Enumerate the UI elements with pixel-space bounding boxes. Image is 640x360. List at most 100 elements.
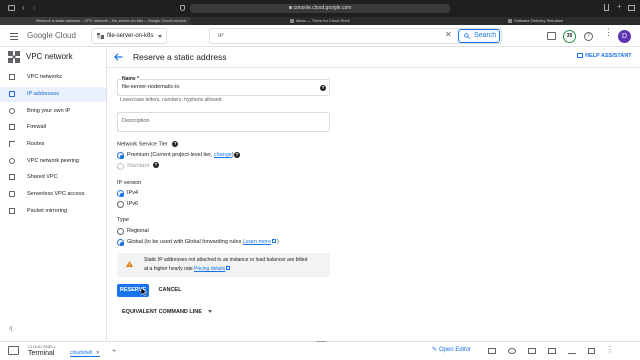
back-icon[interactable]: ‹ xyxy=(22,3,25,12)
tab-favicon-icon xyxy=(290,19,294,23)
type-global-end: ) xyxy=(277,239,279,245)
close-tab-icon[interactable]: ✕ xyxy=(96,350,100,356)
browser-tab[interactable]: ideas — There for Cloud Shell xyxy=(290,17,430,25)
sidebar-item-bring-your-own-ip[interactable]: Bring your own IP xyxy=(0,104,106,119)
notifications-badge[interactable]: 35 xyxy=(563,30,576,43)
sidebar-item-vpc-network-peering[interactable]: VPC network peering xyxy=(0,154,106,169)
browser-tab[interactable]: Software Delivery Simulator xyxy=(508,17,638,25)
tab-overview-icon[interactable] xyxy=(628,5,635,11)
add-terminal-tab-icon[interactable]: + xyxy=(112,348,116,355)
type-global-radio[interactable] xyxy=(117,239,124,246)
sidebar-toggle-icon[interactable] xyxy=(8,5,15,11)
project-name: file-server-on-k8s xyxy=(107,33,154,39)
ipv6-radio[interactable] xyxy=(117,201,124,208)
upload-icon[interactable] xyxy=(528,348,536,354)
firewall-icon xyxy=(9,124,15,130)
forward-icon[interactable]: › xyxy=(33,3,36,12)
ipv4-label: IPv4 xyxy=(127,190,139,196)
sidebar-item-label: Routes xyxy=(27,141,45,147)
terminal-tab[interactable]: cloudshell ✕ xyxy=(70,350,100,357)
terminal-title: Terminal xyxy=(28,350,55,357)
sidebar-item-label: VPC networks xyxy=(27,74,62,80)
pricing-external-link-icon xyxy=(226,266,231,270)
terminal-icon xyxy=(8,346,19,355)
tier-standard-label: Standard xyxy=(127,163,150,169)
description-placeholder: Description xyxy=(122,118,150,124)
keyboard-icon[interactable] xyxy=(488,348,496,354)
sidebar-item-label: Packet mirroring xyxy=(27,208,68,214)
sidebar-item-routes[interactable]: Routes xyxy=(0,137,106,152)
type-global-option: Global (to be used with Global forwardin… xyxy=(127,239,279,246)
cloud-shell-icon[interactable] xyxy=(547,32,556,40)
preview-icon[interactable] xyxy=(508,348,516,354)
help-icon[interactable]: ? xyxy=(584,32,593,41)
open-editor-label: Open Editor xyxy=(439,347,472,353)
browser-tab-active[interactable]: Reserve a static address – VPC network –… xyxy=(0,17,190,25)
name-field[interactable]: Name * file-server-nodematic-io ? xyxy=(117,76,330,96)
warning-icon xyxy=(126,261,133,267)
pencil-icon: ✎ xyxy=(432,347,438,353)
network-icon xyxy=(9,74,15,80)
minimize-icon[interactable] xyxy=(568,353,576,354)
pricing-details-link[interactable]: Pricing details xyxy=(194,266,225,272)
terminal-grab-handle[interactable] xyxy=(316,341,326,342)
terminal-more-icon[interactable]: ⋮ xyxy=(606,345,614,354)
mirroring-icon xyxy=(9,208,15,214)
type-regional-radio[interactable] xyxy=(117,228,124,235)
tier-change-link[interactable]: change xyxy=(214,152,232,158)
page-title: Reserve a static address xyxy=(133,52,227,62)
search-button[interactable]: Search xyxy=(458,29,500,43)
more-options-icon[interactable]: ⋮ xyxy=(604,28,613,37)
equivalent-command-line-toggle[interactable]: EQUIVALENT COMMAND LINE xyxy=(122,309,213,315)
type-label: Type xyxy=(117,217,129,223)
vpc-network-logo-icon xyxy=(8,51,20,63)
sidebar-item-ip-addresses[interactable]: IP addresses xyxy=(0,87,106,102)
shield-icon[interactable] xyxy=(180,5,185,11)
tab-label: ideas — There for Cloud Shell xyxy=(296,18,350,23)
name-field-label: Name * xyxy=(121,76,140,82)
collapse-sidebar-button[interactable]: ‹| xyxy=(9,326,13,332)
sidebar-item-firewall[interactable]: Firewall xyxy=(0,120,106,135)
search-icon xyxy=(464,33,470,39)
help-assistant-button[interactable]: HELP ASSISTANT xyxy=(577,53,632,59)
shared-vpc-icon xyxy=(9,174,15,180)
sidebar-item-vpc-networks[interactable]: VPC networks xyxy=(0,70,106,85)
ip-version-label: IP version xyxy=(117,180,142,186)
split-view-icon[interactable] xyxy=(548,348,556,354)
new-tab-icon[interactable]: + xyxy=(617,2,622,11)
fullscreen-icon[interactable] xyxy=(588,348,595,354)
cancel-button[interactable]: CANCEL xyxy=(155,284,185,297)
sidebar-item-serverless-vpc-access[interactable]: Serverless VPC access xyxy=(0,187,106,202)
address-bar[interactable]: console.cloud.google.com xyxy=(190,4,450,13)
search-button-label: Search xyxy=(474,32,497,39)
tier-help-icon[interactable]: ? xyxy=(172,141,179,147)
tier-premium-help-icon[interactable]: ? xyxy=(234,152,240,158)
warning-line-2-text: at a higher hourly rate xyxy=(144,266,193,272)
tab-label: Reserve a static address – VPC network –… xyxy=(36,18,186,23)
share-icon[interactable] xyxy=(604,4,609,11)
name-field-value: file-server-nodematic-io xyxy=(122,84,180,90)
help-assistant-label: HELP ASSISTANT xyxy=(585,53,632,59)
search-input[interactable] xyxy=(218,31,438,41)
name-help-icon[interactable]: ? xyxy=(320,85,326,91)
sidebar-item-label: Serverless VPC access xyxy=(27,191,85,197)
hamburger-menu-icon[interactable] xyxy=(10,33,18,40)
clear-search-icon[interactable]: ✕ xyxy=(445,30,452,39)
external-link-icon xyxy=(272,239,277,243)
sidebar-item-label: Firewall xyxy=(27,124,46,130)
tier-standard-help-icon[interactable]: ? xyxy=(153,162,159,168)
tier-premium-radio[interactable] xyxy=(117,152,124,159)
description-field[interactable]: Description xyxy=(117,112,330,132)
type-regional-label: Regional xyxy=(127,228,149,234)
back-arrow-icon[interactable] xyxy=(114,53,123,61)
sidebar-item-shared-vpc[interactable]: Shared VPC xyxy=(0,170,106,185)
open-editor-button[interactable]: ✎ Open Editor xyxy=(432,346,471,353)
google-cloud-logo[interactable]: Google Cloud xyxy=(27,31,76,40)
dropdown-arrow-icon xyxy=(208,310,213,314)
sidebar-item-packet-mirroring[interactable]: Packet mirroring xyxy=(0,204,106,219)
learn-more-link[interactable]: Learn more xyxy=(243,239,271,245)
tier-standard-radio[interactable] xyxy=(117,163,124,170)
project-picker[interactable]: file-server-on-k8s xyxy=(91,28,167,44)
avatar[interactable]: D xyxy=(618,30,631,43)
ipv4-radio[interactable] xyxy=(117,190,124,197)
